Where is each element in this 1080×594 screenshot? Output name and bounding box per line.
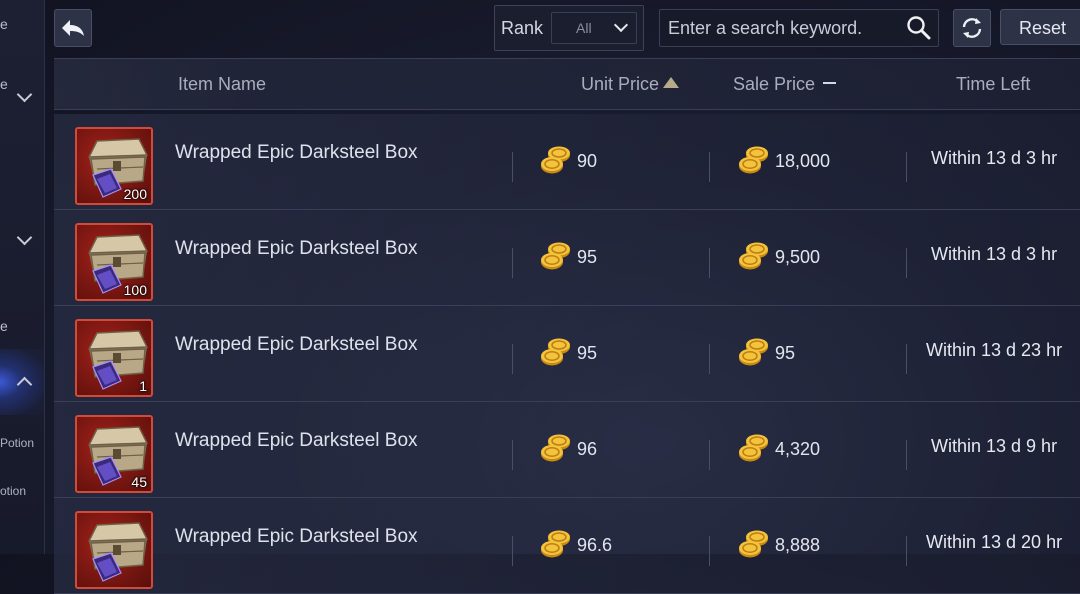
column-divider [709,440,710,470]
gold-coin-icon [539,146,573,183]
rank-filter: Rank All [494,5,644,51]
gold-coin-icon [737,434,771,471]
reset-button[interactable]: Reset [1000,9,1080,45]
column-divider [512,152,513,182]
sale-price-value: 18,000 [775,151,831,171]
darksteel-box-icon: 45 [75,415,153,493]
item-name: Wrapped Epic Darksteel Box [175,430,418,451]
refresh-button[interactable] [953,9,991,47]
sale-price-value: 8,888 [775,535,821,555]
column-header-sale-price[interactable]: Sale Price [733,74,837,95]
unit-price-value: 90 [577,151,598,171]
gold-coin-icon [737,146,771,183]
back-arrow-icon [62,20,84,36]
column-header-item-name: Item Name [178,74,267,94]
unit-price-label: Unit Price [581,74,660,94]
gold-coin-icon [539,434,573,471]
item-name: Wrapped Epic Darksteel Box [175,142,418,163]
gold-coin-icon [737,530,771,567]
time-left-value: Within 13 d 3 hr [931,244,1058,264]
sale-price-label: Sale Price [733,74,816,94]
column-divider [512,440,513,470]
gold-coin-icon [539,530,573,567]
column-divider [906,440,907,470]
search-box [659,9,939,47]
time-left-value: Within 13 d 20 hr [926,532,1063,552]
time-left-value: Within 13 d 23 hr [926,340,1063,360]
item-quantity: 1 [139,378,147,394]
darksteel-box-icon: 100 [75,223,153,301]
sidebar-subitem-potion[interactable]: otion [0,484,26,498]
table-header: Item Name Unit Price Sale Price Time Lef… [54,58,1080,110]
gold-coin-icon [539,242,573,279]
chevron-down-icon [613,17,629,33]
table-row[interactable]: Wrapped Epic Darksteel Box 96.6 8,888 Wi… [54,498,1080,594]
search-icon[interactable] [906,15,932,41]
column-divider [906,536,907,566]
column-divider [512,344,513,374]
item-name: Wrapped Epic Darksteel Box [175,334,418,355]
darksteel-box-icon: 1 [75,319,153,397]
column-divider [512,536,513,566]
sidebar-item-label[interactable]: e [0,16,8,32]
sort-none-icon [823,82,837,84]
darksteel-box-icon: 200 [75,127,153,205]
column-header-time-left: Time Left [956,74,1031,94]
table-row[interactable]: 200 Wrapped Epic Darksteel Box 90 18,000… [54,114,1080,210]
item-quantity: 100 [123,282,147,298]
gold-coin-icon [737,338,771,375]
column-divider [709,536,710,566]
column-divider [906,152,907,182]
unit-price-value: 96.6 [577,535,613,555]
column-divider [709,344,710,374]
rank-select[interactable]: All [551,12,637,44]
search-input[interactable] [666,15,896,41]
column-divider [906,344,907,374]
sale-price-value: 9,500 [775,247,821,267]
item-name: Wrapped Epic Darksteel Box [175,526,418,547]
darksteel-box-icon [75,511,153,589]
sidebar-subitem-potion[interactable]: Potion [0,436,34,450]
table-row[interactable]: 45 Wrapped Epic Darksteel Box 96 4,320 W… [54,402,1080,498]
sidebar-item-label[interactable]: e [0,318,8,334]
chevron-down-icon[interactable] [16,229,33,246]
column-header-unit-price[interactable]: Unit Price [581,74,680,95]
rank-select-value: All [576,20,592,36]
back-button[interactable] [54,9,92,47]
rank-label: Rank [501,18,544,38]
refresh-icon [962,18,982,38]
category-sidebar: e e e Potion otion [0,0,45,554]
gold-coin-icon [539,338,573,375]
column-divider [709,152,710,182]
sort-ascending-icon [663,77,680,88]
column-divider [512,248,513,278]
unit-price-value: 96 [577,439,598,459]
unit-price-value: 95 [577,247,598,267]
time-left-value: Within 13 d 9 hr [931,436,1058,456]
gold-coin-icon [737,242,771,279]
item-quantity: 45 [131,474,147,490]
unit-price-value: 95 [577,343,598,363]
chevron-down-icon[interactable] [16,86,33,103]
sale-price-value: 95 [775,343,796,363]
table-row[interactable]: 1 Wrapped Epic Darksteel Box 95 95 Withi… [54,306,1080,402]
table-row[interactable]: 100 Wrapped Epic Darksteel Box 95 9,500 … [54,210,1080,306]
time-left-value: Within 13 d 3 hr [931,148,1058,168]
item-name: Wrapped Epic Darksteel Box [175,238,418,259]
column-divider [906,248,907,278]
column-divider [709,248,710,278]
sale-price-value: 4,320 [775,439,821,459]
item-quantity: 200 [123,186,147,202]
sidebar-item-label[interactable]: e [0,76,8,92]
